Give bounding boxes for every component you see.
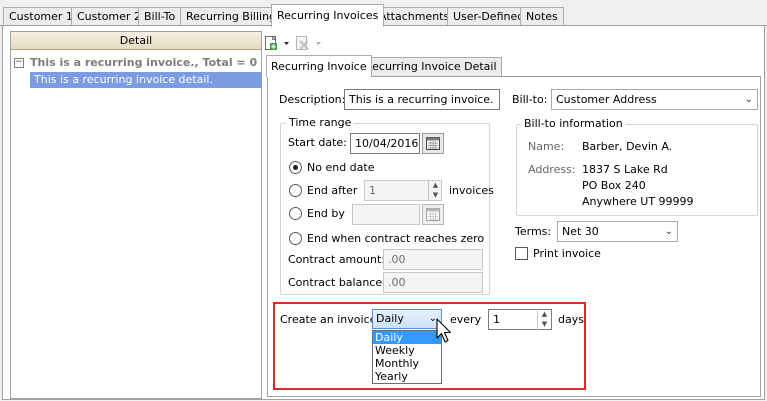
every-value: 1 — [493, 313, 500, 326]
bill-to-select[interactable]: Customer Address ⌄ — [551, 89, 758, 110]
frequency-dropdown-list: Daily Weekly Monthly Yearly — [372, 330, 442, 384]
no-end-date-radio[interactable] — [289, 161, 302, 174]
contract-balance-label: Contract balance: — [288, 276, 386, 289]
name-value: Barber, Devin A. — [582, 140, 673, 153]
end-after-value: 1 — [369, 184, 376, 197]
address-label: Address: — [528, 163, 576, 176]
invoices-label: invoices — [449, 184, 494, 197]
tree-detail-row[interactable]: This is a recurring invoice detail. — [30, 72, 262, 88]
print-invoice-checkbox[interactable] — [515, 247, 528, 260]
frequency-select[interactable]: Daily ⌄ — [372, 309, 442, 329]
create-invoice-label: Create an invoice — [280, 313, 377, 326]
frequency-option-yearly[interactable]: Yearly — [373, 370, 441, 383]
tab-notes[interactable]: Notes — [520, 7, 564, 26]
description-label: Description: — [279, 93, 346, 106]
end-by-calendar-button[interactable] — [422, 204, 444, 225]
main-tab-strip: Customer 1 Customer 2 Bill-To Recurring … — [0, 0, 767, 27]
contract-balance-input[interactable]: .00 — [383, 272, 483, 293]
tab-user-defined[interactable]: User-Defined — [447, 7, 531, 26]
spin-down-icon[interactable]: ▼ — [538, 319, 551, 329]
bill-to-label: Bill-to: — [512, 93, 548, 106]
mouse-cursor-icon — [436, 318, 454, 351]
tab-bill-to[interactable]: Bill-To — [138, 7, 182, 26]
tab-recurring-invoices[interactable]: Recurring Invoices — [271, 4, 385, 27]
print-invoice-label: Print invoice — [533, 247, 601, 260]
end-by-radio[interactable] — [289, 207, 302, 220]
time-range-title: Time range — [286, 116, 355, 130]
no-end-date-label: No end date — [307, 161, 375, 174]
terms-value: Net 30 — [562, 225, 599, 238]
end-after-radio[interactable] — [289, 184, 302, 197]
description-input[interactable]: This is a recurring invoice. — [344, 89, 500, 110]
frequency-value: Daily — [376, 312, 404, 325]
contract-amount-label: Contract amount: — [288, 253, 385, 266]
address-line-3: Anywhere UT 99999 — [582, 195, 694, 208]
every-label: every — [450, 313, 482, 326]
spin-up-icon[interactable]: ▲ — [538, 309, 551, 319]
end-after-label: End after — [307, 184, 358, 197]
tab-customer-2[interactable]: Customer 2 — [71, 7, 147, 26]
tab-attachments[interactable]: Attachments — [373, 7, 456, 26]
tab-recurring-invoice[interactable]: Recurring Invoice — [266, 55, 372, 77]
chevron-down-icon: ⌄ — [664, 226, 673, 237]
detail-panel: Detail − This is a recurring invoice., T… — [10, 31, 262, 399]
collapse-icon[interactable]: − — [14, 58, 24, 68]
tab-customer-1[interactable]: Customer 1 — [3, 7, 79, 26]
start-date-calendar-button[interactable] — [422, 133, 444, 154]
end-when-zero-label: End when contract reaches zero — [307, 232, 485, 245]
end-by-label: End by — [307, 207, 345, 220]
add-document-icon[interactable] — [264, 34, 290, 55]
address-line-1: 1837 S Lake Rd — [582, 163, 668, 176]
end-by-input[interactable] — [352, 204, 420, 225]
bill-to-info-title: Bill-to information — [521, 117, 626, 131]
spin-up-icon[interactable]: ▲ — [429, 180, 442, 190]
frequency-option-daily[interactable]: Daily — [373, 331, 441, 344]
address-line-2: PO Box 240 — [582, 179, 646, 192]
terms-select[interactable]: Net 30 ⌄ — [557, 221, 678, 242]
delete-document-icon[interactable] — [294, 34, 324, 55]
start-date-label: Start date: — [288, 136, 347, 149]
detail-column-header[interactable]: Detail — [11, 32, 261, 50]
end-when-zero-radio[interactable] — [289, 232, 302, 245]
bill-to-value: Customer Address — [556, 93, 657, 106]
days-label: days — [558, 313, 584, 326]
every-stepper[interactable]: ▲ ▼ — [537, 309, 551, 330]
calendar-icon — [426, 137, 440, 150]
end-after-stepper[interactable]: ▲ ▼ — [428, 180, 442, 201]
name-label: Name: — [528, 140, 565, 153]
tab-recurring-invoice-detail[interactable]: Recurring Invoice Detail — [360, 57, 502, 76]
tree-group-label: This is a recurring invoice., Total = 0 — [30, 56, 258, 69]
terms-label: Terms: — [515, 225, 552, 238]
start-date-input[interactable]: 10/04/2016 — [350, 133, 420, 154]
chevron-down-icon: ⌄ — [744, 94, 753, 105]
contract-amount-input[interactable]: .00 — [383, 249, 483, 270]
frequency-option-weekly[interactable]: Weekly — [373, 344, 441, 357]
frequency-option-monthly[interactable]: Monthly — [373, 357, 441, 370]
spin-down-icon[interactable]: ▼ — [429, 190, 442, 200]
calendar-icon — [426, 208, 440, 221]
